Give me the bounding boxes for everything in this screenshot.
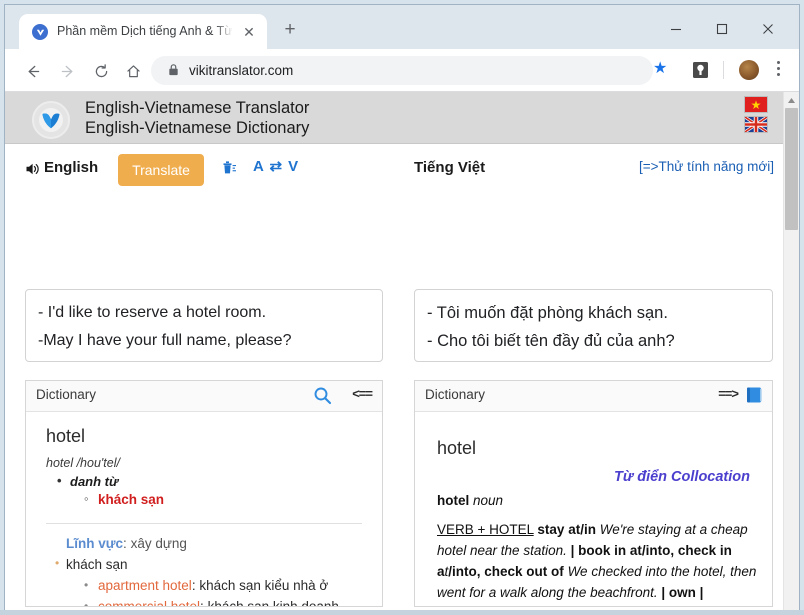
profile-avatar[interactable] [739, 60, 759, 80]
swap-languages-icon[interactable]: A ⇄ V [253, 157, 299, 175]
term-en: commercial hotel [98, 599, 200, 607]
language-flags: ★ [744, 96, 770, 136]
maximize-icon[interactable] [699, 14, 745, 44]
window-close-icon[interactable] [745, 14, 791, 44]
browser-tab[interactable]: Phần mềm Dịch tiếng Anh & Từ ✕ [19, 14, 267, 49]
term-en: apartment hotel [98, 578, 192, 593]
right-entry-word: hotel [437, 493, 469, 508]
term-vi: khách sạn kiểu nhà ở [199, 578, 328, 593]
new-feature-link[interactable]: [=>Thử tính năng mới] [639, 159, 774, 174]
viki-logo-icon [32, 101, 70, 139]
trash-icon[interactable] [220, 158, 240, 178]
uk-flag-icon[interactable] [744, 116, 768, 133]
field-label: Lĩnh vực [66, 536, 123, 551]
collocation-source-label[interactable]: Từ điển Collocation [429, 469, 750, 485]
site-title-line2: English-Vietnamese Dictionary [85, 118, 309, 138]
tab-strip: Phần mềm Dịch tiếng Anh & Từ ✕ + [5, 5, 799, 49]
new-tab-button[interactable]: + [279, 19, 301, 41]
expand-right-icon[interactable]: ==> [718, 386, 738, 401]
term-list: apartment hotel: khách sạn kiểu nhà ở co… [98, 575, 368, 607]
translator-toolbar: English Translate A ⇄ V Tiếng Việt [=>Th… [5, 145, 784, 193]
book-icon[interactable] [745, 386, 764, 404]
left-phonetic: hotel /hou'tel/ [46, 456, 368, 470]
close-icon[interactable]: ✕ [240, 23, 258, 41]
target-line-1: - Tôi muốn đặt phòng khách sạn. [427, 299, 760, 327]
source-language-label[interactable]: English [44, 159, 98, 176]
lock-icon [167, 63, 181, 78]
home-icon[interactable] [119, 57, 147, 85]
tab-title-fade [215, 19, 239, 45]
scrollbar-thumb[interactable] [785, 108, 798, 230]
search-icon[interactable] [313, 386, 332, 405]
site-header: English-Vietnamese Translator English-Vi… [5, 92, 784, 144]
source-text-input[interactable]: - I'd like to reserve a hotel room. -May… [25, 289, 383, 362]
right-entry-pos: noun [473, 493, 503, 508]
dictionary-right-header: Dictionary ==> [415, 381, 772, 412]
field-value: xây dựng [131, 536, 187, 551]
minimize-icon[interactable] [653, 14, 699, 44]
source-line-1: - I'd like to reserve a hotel room. [38, 299, 370, 327]
dictionary-divider [46, 523, 362, 524]
site-title-line1: English-Vietnamese Translator [85, 98, 309, 118]
field-topic-list: khách sạn apartment hotel: khách sạn kiể… [66, 557, 368, 607]
dictionary-left-body: hotel hotel /hou'tel/ danh từ khách sạn … [26, 412, 382, 607]
collapse-left-icon[interactable]: <== [352, 386, 372, 401]
field-colon: : [123, 536, 131, 551]
term-sep: : [200, 599, 208, 607]
toolbar-divider [723, 61, 724, 79]
term-vi: khách sạn kinh doanh [208, 599, 339, 607]
left-meaning-list: khách sạn [98, 492, 368, 507]
browser-window: Phần mềm Dịch tiếng Anh & Từ ✕ + [0, 0, 804, 615]
field-line: Lĩnh vực: xây dựng [66, 536, 368, 551]
extension-icon[interactable] [692, 61, 709, 79]
browser-toolbar: vikitranslator.com ★ [5, 49, 799, 92]
reload-icon[interactable] [87, 57, 115, 85]
dictionary-left-label: Dictionary [36, 387, 96, 402]
window-bottom-edge [0, 610, 804, 615]
speaker-icon[interactable] [25, 161, 41, 177]
field-topic-label: khách sạn [66, 557, 128, 572]
tab-title: Phần mềm Dịch tiếng Anh & Từ [57, 23, 232, 40]
dictionary-panel-right: Dictionary ==> hotel Từ điển Collocation… [414, 380, 773, 607]
term-row[interactable]: commercial hotel: khách sạn kinh doanh [98, 596, 368, 607]
dictionary-left-header: Dictionary <== [26, 381, 382, 412]
source-line-2: -May I have your full name, please? [38, 327, 370, 355]
target-text-output[interactable]: - Tôi muốn đặt phòng khách sạn. - Cho tô… [414, 289, 773, 362]
right-entry-line: hotel noun [437, 493, 758, 508]
page-viewport: English-Vietnamese Translator English-Vi… [5, 92, 799, 610]
left-meaning-item[interactable]: khách sạn [98, 492, 368, 507]
left-pos-item: danh từ khách sạn [70, 474, 368, 507]
window-controls [653, 14, 791, 44]
back-arrow-icon[interactable] [19, 57, 47, 85]
vietnam-flag-icon[interactable]: ★ [744, 96, 768, 113]
target-line-2: - Cho tôi biết tên đầy đủ của anh? [427, 327, 760, 355]
address-bar[interactable]: vikitranslator.com [151, 56, 653, 85]
kebab-menu-icon[interactable] [771, 59, 785, 81]
vietnam-flag-star: ★ [751, 99, 762, 111]
term-row[interactable]: apartment hotel: khách sạn kiểu nhà ở [98, 575, 368, 596]
dictionary-panel-left: Dictionary <== hotel hotel /hou'tel/ dan… [25, 380, 383, 607]
target-language-label: Tiếng Việt [414, 159, 485, 176]
right-headword: hotel [437, 438, 758, 459]
scroll-up-arrow-icon[interactable] [784, 92, 799, 108]
dictionary-right-label: Dictionary [425, 387, 485, 402]
left-pos-list: danh từ khách sạn [70, 474, 368, 507]
forward-arrow-icon[interactable] [53, 57, 81, 85]
dictionary-right-body: hotel Từ điển Collocation hotel noun VER… [415, 412, 772, 607]
bookmark-star-icon[interactable]: ★ [653, 61, 667, 77]
left-headword: hotel [46, 426, 368, 447]
field-topic-item: khách sạn apartment hotel: khách sạn kiể… [66, 557, 368, 607]
v-logo-icon [32, 24, 48, 40]
url-text: vikitranslator.com [189, 61, 293, 80]
left-pos-label: danh từ [70, 474, 118, 489]
collocation-block: VERB + HOTEL stay at/in We're staying at… [437, 519, 758, 607]
site-title: English-Vietnamese Translator English-Vi… [85, 98, 309, 138]
translate-button[interactable]: Translate [118, 154, 204, 186]
collocation-pattern: VERB + HOTEL [437, 522, 534, 537]
page-scrollbar[interactable] [783, 92, 799, 610]
